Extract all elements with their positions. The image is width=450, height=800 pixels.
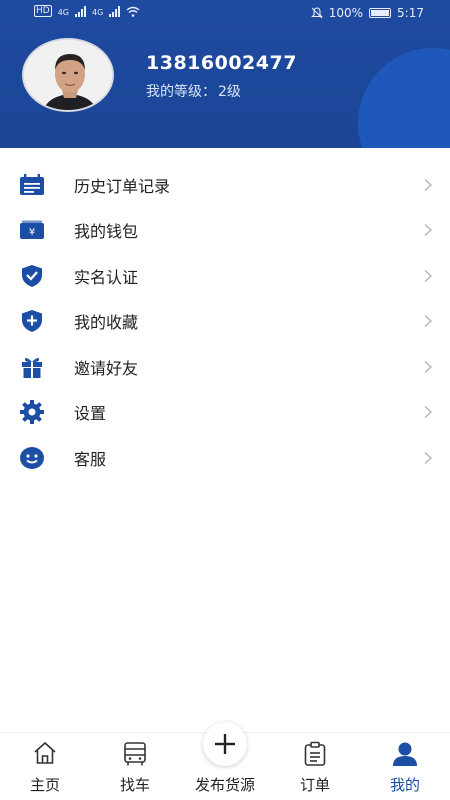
level-value: 2级 bbox=[218, 84, 241, 100]
wifi-icon bbox=[126, 6, 140, 17]
menu-item-label: 我的收藏 bbox=[74, 313, 139, 333]
menu-item-label: 实名认证 bbox=[74, 267, 139, 287]
avatar[interactable] bbox=[22, 38, 114, 112]
menu-item-settings[interactable]: 设置 bbox=[0, 390, 450, 436]
gear-icon bbox=[18, 400, 46, 425]
header-decoration bbox=[358, 48, 450, 148]
username: 13816002477 bbox=[146, 52, 297, 74]
tab-label: 订单 bbox=[299, 776, 330, 794]
home-icon bbox=[34, 741, 56, 764]
tab-label: 我的 bbox=[389, 776, 420, 794]
gift-icon bbox=[18, 355, 46, 379]
menu-item-invite-friends[interactable]: 邀请好友 bbox=[0, 344, 450, 390]
user-icon bbox=[393, 742, 417, 766]
calendar-icon bbox=[18, 173, 46, 197]
menu-item-label: 历史订单记录 bbox=[74, 176, 171, 196]
hd-badge: HD bbox=[34, 5, 52, 17]
menu-item-order-history[interactable]: 历史订单记录 bbox=[0, 162, 450, 208]
network-label-2: 4G bbox=[92, 8, 104, 17]
mute-icon bbox=[310, 7, 323, 19]
menu-item-label: 设置 bbox=[74, 404, 107, 424]
level-label: 我的等级： bbox=[146, 84, 216, 100]
battery-percent: 100% bbox=[328, 6, 364, 20]
tab-orders[interactable]: 订单 bbox=[270, 733, 360, 800]
user-level: 我的等级： 2级 bbox=[146, 81, 241, 101]
chevron-right-icon bbox=[424, 406, 432, 419]
clipboard-icon bbox=[304, 741, 326, 766]
chevron-right-icon bbox=[424, 360, 432, 373]
network-label: 4G bbox=[57, 8, 69, 17]
signal-icon-2 bbox=[109, 5, 121, 17]
shield-check-icon bbox=[18, 264, 46, 288]
chevron-right-icon bbox=[424, 315, 432, 328]
tab-mine[interactable]: 我的 bbox=[360, 733, 450, 800]
avatar-photo bbox=[24, 40, 112, 110]
tab-home[interactable]: 主页 bbox=[0, 733, 90, 800]
profile-header: HD 4G 4G 100% 5:17 13816002477 我的等级： 2级 bbox=[0, 0, 450, 148]
clock: 5:17 bbox=[397, 6, 424, 20]
tab-label: 找车 bbox=[119, 776, 150, 794]
svg-text:¥: ¥ bbox=[29, 227, 35, 238]
status-bar: HD 4G 4G 100% 5:17 bbox=[0, 0, 450, 28]
publish-button[interactable] bbox=[203, 722, 247, 766]
tab-label: 发布货源 bbox=[194, 776, 255, 794]
menu-item-identity-verification[interactable]: 实名认证 bbox=[0, 253, 450, 299]
menu-item-label: 我的钱包 bbox=[74, 222, 139, 242]
chevron-right-icon bbox=[424, 178, 432, 191]
shield-plus-icon bbox=[18, 309, 46, 333]
menu-item-favorites[interactable]: 我的收藏 bbox=[0, 299, 450, 345]
menu-item-label: 客服 bbox=[74, 449, 107, 469]
tab-label: 主页 bbox=[29, 776, 60, 794]
chevron-right-icon bbox=[424, 224, 432, 237]
tab-find-vehicle[interactable]: 找车 bbox=[90, 733, 180, 800]
chevron-right-icon bbox=[424, 269, 432, 282]
signal-icon bbox=[75, 5, 86, 17]
chevron-right-icon bbox=[424, 451, 432, 464]
menu-item-label: 邀请好友 bbox=[74, 358, 139, 378]
battery-icon bbox=[369, 8, 392, 18]
wallet-icon: ¥ bbox=[18, 218, 46, 242]
plus-icon bbox=[215, 734, 235, 754]
menu-item-customer-service[interactable]: 客服 bbox=[0, 435, 450, 481]
menu-item-wallet[interactable]: ¥ 我的钱包 bbox=[0, 208, 450, 254]
profile-menu: 历史订单记录 ¥ 我的钱包 实名认证 我的收藏 邀请好友 设置 客服 bbox=[0, 162, 450, 481]
bus-icon bbox=[124, 742, 146, 766]
smile-icon bbox=[18, 446, 46, 470]
